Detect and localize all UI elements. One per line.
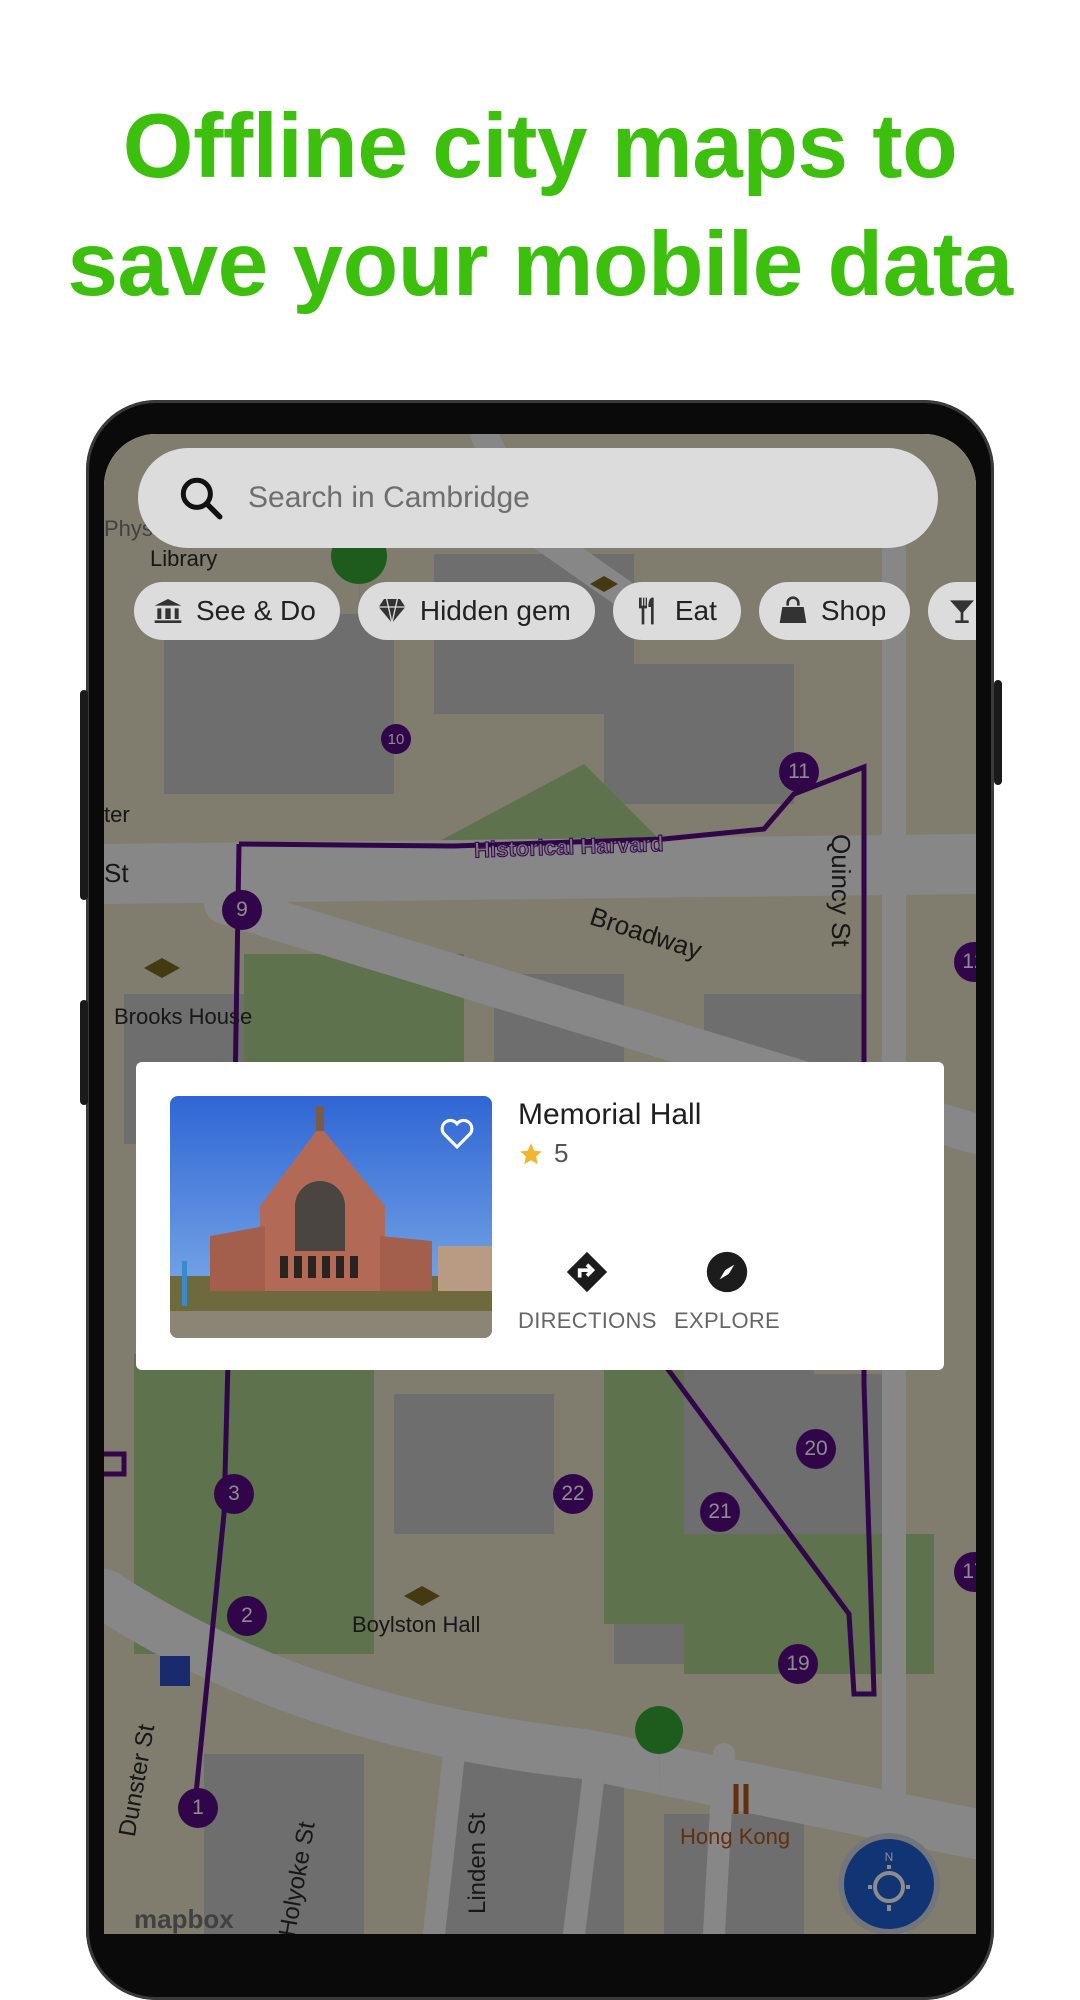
explore-button[interactable]: EXPLORE — [674, 1250, 780, 1334]
star-icon — [520, 1142, 542, 1164]
chip-drinks[interactable] — [928, 582, 976, 640]
place-label-library: Library — [150, 546, 218, 571]
place-photo[interactable] — [170, 1096, 492, 1338]
directions-icon — [567, 1251, 608, 1293]
stop-marker-20[interactable]: 20 — [796, 1429, 836, 1469]
stop-marker-22[interactable]: 22 — [553, 1474, 593, 1514]
stop-marker-21[interactable]: 21 — [700, 1492, 740, 1532]
chip-label: Eat — [674, 595, 717, 626]
place-label-brooks-house: Brooks House — [114, 1004, 253, 1029]
search-icon — [180, 477, 223, 520]
bike-share-icon — [160, 1656, 190, 1686]
compass-rose-icon: N — [868, 1850, 910, 1911]
stop-marker-11[interactable]: 11 — [779, 752, 819, 792]
museum-icon — [154, 599, 182, 623]
headline: Offline city maps to save your mobile da… — [0, 88, 1080, 324]
headline-line-2: save your mobile data — [67, 214, 1013, 315]
chip-see-and-do[interactable]: See & Do — [134, 582, 340, 640]
compass-north-label: N — [885, 1850, 894, 1864]
cocktail-icon — [950, 600, 975, 623]
shopping-bag-icon — [779, 596, 807, 623]
place-rating: 5 — [518, 1138, 568, 1169]
compass-icon — [706, 1251, 748, 1293]
place-label-boylston-hall: Boylston Hall — [352, 1612, 481, 1637]
stop-marker-3[interactable]: 3 — [214, 1474, 254, 1514]
category-chips: See & Do Hidden gem Eat Shop — [134, 582, 976, 642]
explore-label: EXPLORE — [674, 1308, 781, 1333]
place-label-hong-kong: Hong Kong — [680, 1824, 791, 1849]
diamond-icon — [378, 598, 406, 624]
mapbox-attribution[interactable]: mapbox — [134, 1904, 234, 1934]
chip-eat[interactable]: Eat — [612, 582, 741, 640]
phone-power-button — [80, 1000, 88, 1105]
phone-volume-button — [80, 690, 88, 900]
search-placeholder: Search in Cambridge — [248, 481, 530, 514]
stop-marker-1[interactable]: 1 — [178, 1788, 218, 1828]
compass-button[interactable]: N — [844, 1839, 934, 1929]
stop-marker-10[interactable]: 10 — [381, 724, 411, 754]
phone-side-button — [994, 680, 1002, 785]
chip-label: See & Do — [196, 595, 316, 626]
street-label-quincy: Quincy St — [826, 834, 856, 947]
favorite-heart-icon[interactable] — [438, 1116, 476, 1150]
headline-line-1: Offline city maps to — [122, 96, 958, 197]
directions-label: DIRECTIONS — [518, 1308, 657, 1333]
stop-marker-2[interactable]: 2 — [227, 1596, 267, 1636]
place-card[interactable]: Memorial Hall 5 DIRECTIONS EXPLORE — [136, 1062, 944, 1370]
stop-marker-9[interactable]: 9 — [222, 890, 262, 930]
chip-hidden-gem[interactable]: Hidden gem — [357, 582, 595, 640]
rating-value: 5 — [554, 1138, 569, 1168]
fork-knife-icon — [638, 597, 654, 625]
place-title: Memorial Hall — [518, 1098, 702, 1131]
street-label-linden: Linden St — [464, 1812, 491, 1914]
chip-shop[interactable]: Shop — [758, 582, 911, 640]
stop-marker-19[interactable]: 19 — [778, 1644, 818, 1684]
place-label-ter: ter — [104, 802, 130, 827]
street-label-st: St — [104, 858, 129, 888]
chip-label: Shop — [820, 595, 887, 626]
directions-button[interactable]: DIRECTIONS — [518, 1250, 657, 1334]
chip-label: Hidden gem — [419, 595, 571, 626]
search-bar[interactable]: Search in Cambridge — [138, 448, 938, 548]
